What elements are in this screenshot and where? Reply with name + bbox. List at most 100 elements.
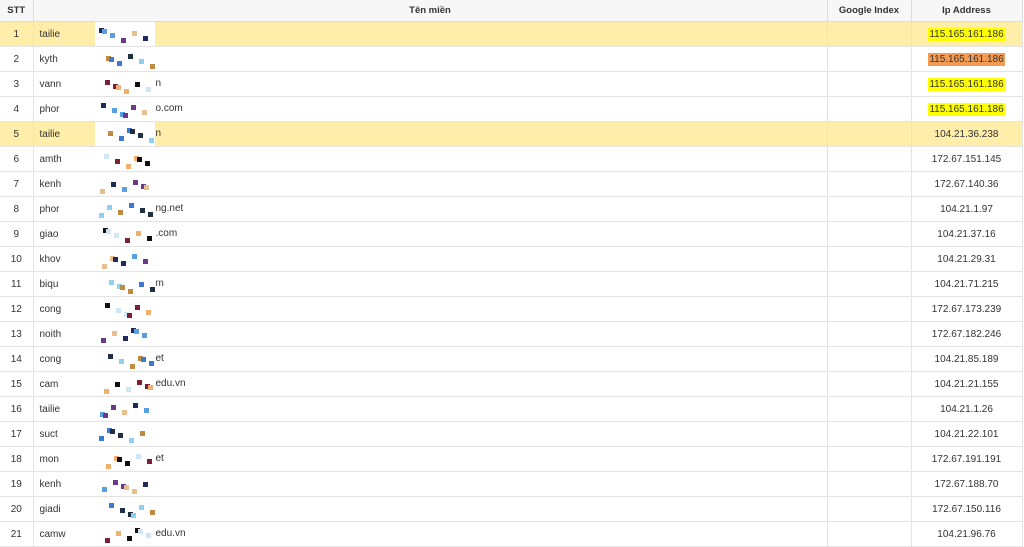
header-ip-address[interactable]: Ip Address [911,0,1023,22]
domain-cell[interactable]: kyth [33,46,828,72]
domain-cell[interactable]: giao .com [33,221,828,247]
domain-name[interactable]: suct [40,429,58,440]
table-row[interactable]: 13 noith 172.67.182.246 [0,321,1023,347]
ip-address: 115.165.161.186 [928,52,1005,66]
domain-name[interactable]: tailie [40,404,61,415]
redaction-pixel [129,129,135,134]
domain-cell[interactable]: amth [33,146,828,172]
redaction-pixel [140,357,146,362]
header-domain[interactable]: Tên miền [33,0,828,22]
domain-name[interactable]: kenh [40,479,62,490]
domain-cell[interactable]: phor o.com [33,96,828,122]
redaction-pixels [94,122,155,146]
table-row[interactable]: 17 suct 104.21.22.101 [0,421,1023,447]
domain-name[interactable]: tailie [40,129,61,140]
ip-cell: 104.21.1.26 [911,396,1023,422]
redaction-pixel [119,285,125,290]
domain-cell[interactable]: cong [33,296,828,322]
ip-address: 104.21.96.76 [937,528,996,540]
table-row[interactable]: 14 cong et 104.21.85.189 [0,346,1023,372]
domain-cell[interactable]: phor ng.net [33,196,828,222]
table-row[interactable]: 15 cam edu.vn 104.21.21.155 [0,371,1023,397]
table-row[interactable]: 12 cong 172.67.173.239 [0,296,1023,322]
domain-cell[interactable]: vann n [33,71,828,97]
table-row[interactable]: 4 phor o.com 115.165.161.186 [0,96,1023,122]
google-index-cell [827,21,912,47]
domain-name[interactable]: mon [40,454,59,465]
ip-cell: 172.67.182.246 [911,321,1023,347]
domain-name[interactable]: giao [40,229,59,240]
table-row[interactable]: 6 amth 172.67.151.145 [0,146,1023,172]
table-row[interactable]: 19 kenh 172.67.188.70 [0,471,1023,497]
redaction-pixel [143,185,149,190]
domain-cell[interactable]: tailie n [33,121,828,147]
domain-cell[interactable]: tailie [33,396,828,422]
domain-cell[interactable]: khov [33,246,828,272]
domain-name[interactable]: khov [40,254,61,265]
domain-suffix: ng.net [155,203,184,214]
table-row[interactable]: 8 phor ng.net 104.21.1.97 [0,196,1023,222]
table-row[interactable]: 2 kyth 115.165.161.186 [0,46,1023,72]
domain-name[interactable]: noith [40,329,62,340]
redaction-pixel [132,403,138,408]
ip-cell: 115.165.161.186 [911,46,1023,72]
ip-cell: 115.165.161.186 [911,96,1023,122]
table-row[interactable]: 7 kenh 172.67.140.36 [0,171,1023,197]
table-row[interactable]: 21 camw edu.vn 104.21.96.76 [0,521,1023,547]
google-index-cell [827,371,912,397]
table-row[interactable]: 1 tailie 115.165.161.186 [0,21,1023,47]
google-index-cell [827,246,912,272]
redaction-pixels [94,297,155,321]
domain-name[interactable]: phor [40,204,60,215]
domain-cell[interactable]: cam edu.vn [33,371,828,397]
domain-name[interactable]: vann [40,79,62,90]
redaction-pixel [126,313,132,318]
domain-name[interactable]: giadi [40,504,61,515]
domain-name[interactable]: tailie [40,29,61,40]
redaction-pixel [103,154,109,159]
redaction-pixel [141,110,147,115]
table-row[interactable]: 16 tailie 104.21.1.26 [0,396,1023,422]
domain-cell[interactable]: cong et [33,346,828,372]
domain-cell[interactable]: biqu m [33,271,828,297]
domain-cell[interactable]: noith [33,321,828,347]
domain-name[interactable]: kyth [40,54,58,65]
redaction-pixel [141,333,147,338]
domain-cell[interactable]: kenh [33,171,828,197]
table-row[interactable]: 10 khov 104.21.29.31 [0,246,1023,272]
domain-name[interactable]: amth [40,154,62,165]
domain-cell[interactable]: giadi [33,496,828,522]
redaction-pixels [94,47,155,71]
domain-cell[interactable]: suct [33,421,828,447]
domain-suffix: n [155,128,162,139]
table-row[interactable]: 11 biqu m 104.21.71.215 [0,271,1023,297]
header-stt[interactable]: STT [0,0,34,22]
domain-cell[interactable]: mon et [33,446,828,472]
domain-cell[interactable]: kenh [33,471,828,497]
redaction-pixel [129,364,135,369]
domain-name[interactable]: cong [40,304,62,315]
domain-suffix: .com [155,228,178,239]
domain-name[interactable]: biqu [40,279,59,290]
domain-suffix: n [155,78,162,89]
table-row[interactable]: 20 giadi 172.67.150.116 [0,496,1023,522]
redaction-pixels [94,222,155,246]
domain-name[interactable]: camw [40,529,66,540]
row-number: 1 [0,21,34,47]
table-row[interactable]: 3 vann n 115.165.161.186 [0,71,1023,97]
domain-cell[interactable]: tailie [33,21,828,47]
domain-name[interactable]: cong [40,354,62,365]
ip-address: 115.165.161.186 [928,27,1005,41]
domain-name[interactable]: kenh [40,179,62,190]
table-row[interactable]: 18 mon et 172.67.191.191 [0,446,1023,472]
ip-cell: 172.67.188.70 [911,471,1023,497]
table-row[interactable]: 9 giao .com 104.21.37.16 [0,221,1023,247]
header-google-index[interactable]: Google Index [827,0,912,22]
domain-name[interactable]: cam [40,379,59,390]
domain-name[interactable]: phor [40,104,60,115]
table-row[interactable]: 5 tailie n 104.21.36.238 [0,121,1023,147]
redaction-pixel [131,489,137,494]
row-number: 12 [0,296,34,322]
redaction-pixel [145,533,151,538]
domain-cell[interactable]: camw edu.vn [33,521,828,547]
